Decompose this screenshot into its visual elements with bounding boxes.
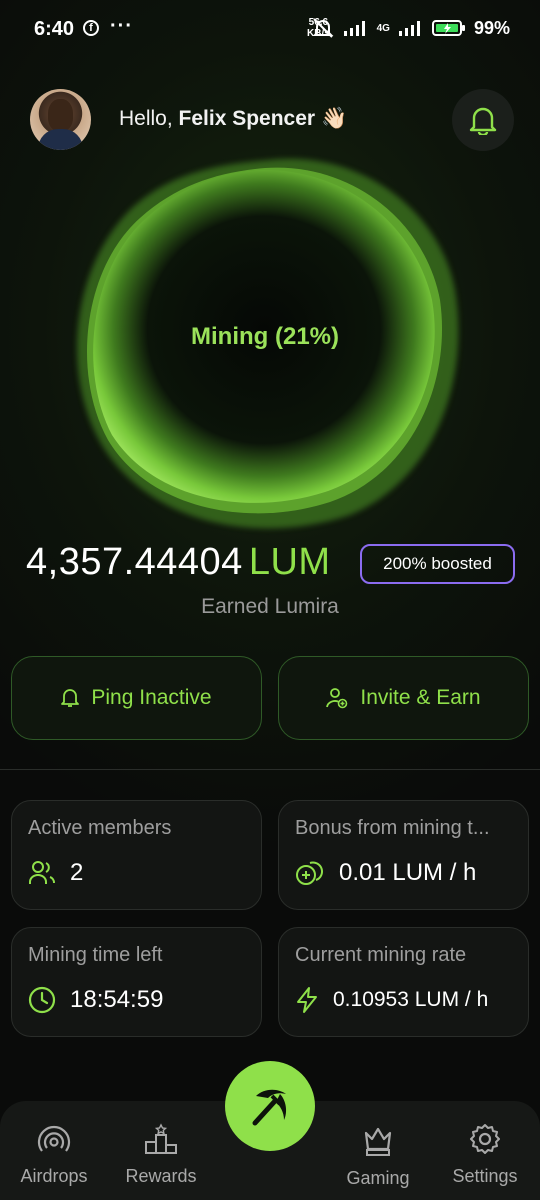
mining-rate-title: Current mining rate [295,944,467,966]
clock-icon [28,986,56,1014]
notifications-button[interactable] [452,89,514,151]
greeting-prefix: Hello, [119,107,179,130]
nav-rewards[interactable]: Rewards [111,1123,211,1187]
bonus-row: 0.01 LUM / h [295,859,476,887]
status-icons: 4G 99% [311,17,510,39]
mute-icon [312,18,334,38]
mine-button[interactable] [225,1061,315,1151]
signal-icon [343,21,365,36]
balance-caption: Earned Lumira [201,595,339,618]
mining-status: Mining (21%) [191,323,339,350]
gear-icon [470,1124,500,1154]
status-bar: 6:40 f ··· 56.6 KB/s 4G [0,0,540,60]
signal-icon-2 [398,21,420,36]
bell-icon [469,107,497,135]
nav-gaming[interactable]: Gaming [328,1123,428,1189]
avatar[interactable] [30,89,91,150]
airdrops-icon [37,1125,71,1152]
users-icon [29,861,55,884]
nav-settings-label: Settings [452,1166,518,1186]
balance: 4,357.44404 LUM [26,541,331,584]
bolt-icon [297,987,317,1013]
mining-time-title: Mining time left [28,944,163,966]
avatar-shirt [38,129,83,150]
active-members-value: 2 [70,859,84,886]
bonus-value: 0.01 LUM / h [339,859,477,886]
nav-rewards-label: Rewards [125,1166,197,1186]
battery-icon [431,20,465,36]
user-plus-icon [326,688,348,709]
facebook-notification-icon: f [83,20,99,36]
bell-outline-icon [61,689,80,707]
active-members-card[interactable]: Active members 2 [11,800,262,910]
balance-amount: 4,357.44404 [26,541,243,583]
mining-rate-card[interactable]: Current mining rate 0.10953 LUM / h [278,927,529,1037]
mining-rate-value: 0.10953 LUM / h [333,988,489,1011]
network-type: 4G [376,22,390,34]
mining-time-card[interactable]: Mining time left 18:54:59 [11,927,262,1037]
user-name: Felix Spencer [178,107,316,130]
bonus-title: Bonus from mining t... [295,817,490,839]
wave-icon: 👋🏻 [320,107,348,130]
app-screen: 6:40 f ··· 56.6 KB/s 4G [0,0,540,1200]
greeting: Hello, Felix Spencer 👋🏻 [119,107,347,131]
ping-inactive-button[interactable]: Ping Inactive [11,656,262,740]
boost-badge[interactable]: 200% boosted [360,544,515,584]
mining-rate-row: 0.10953 LUM / h [295,986,488,1014]
invite-earn-button[interactable]: Invite & Earn [278,656,529,740]
mining-time-value: 18:54:59 [70,986,164,1013]
ping-inactive-label: Ping Inactive [91,686,212,709]
nav-gaming-label: Gaming [346,1168,410,1188]
status-time: 6:40 [34,18,75,40]
invite-earn-label: Invite & Earn [360,686,481,709]
nav-settings[interactable]: Settings [435,1123,535,1187]
coins-icon [296,861,323,885]
avatar-face [48,99,73,131]
mining-time-row: 18:54:59 [28,986,163,1014]
divider [0,769,540,770]
bonus-card[interactable]: Bonus from mining t... 0.01 LUM / h [278,800,529,910]
active-members-row: 2 [28,859,83,887]
chess-queen-icon [364,1127,392,1156]
nav-airdrops-label: Airdrops [20,1166,88,1186]
balance-unit: LUM [248,541,331,583]
pickaxe-icon [252,1089,287,1126]
nav-airdrops[interactable]: Airdrops [4,1123,104,1187]
podium-icon [145,1123,177,1154]
more-notifications-icon: ··· [110,15,133,37]
active-members-title: Active members [28,817,172,839]
battery-percent: 99% [473,17,510,38]
